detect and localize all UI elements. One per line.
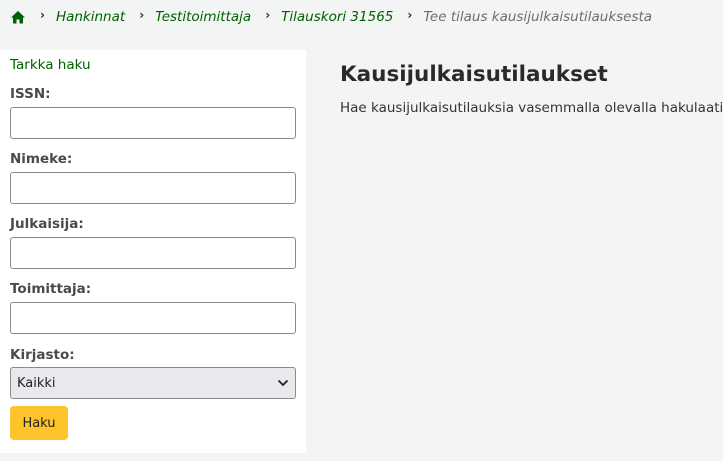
search-sidebar: Tarkka haku ISSN: Nimeke: Julkaisija: To… — [0, 50, 306, 453]
breadcrumb: › Hankinnat › Testitoimittaja › Tilausko… — [10, 8, 652, 26]
issn-label: ISSN: — [10, 86, 51, 102]
breadcrumb-link-basket[interactable]: Tilauskori 31565 — [281, 9, 393, 25]
vendor-label: Toimittaja: — [10, 281, 92, 297]
home-icon[interactable] — [10, 10, 26, 24]
breadcrumb-current: Tee tilaus kausijulkaisutilauksesta — [423, 9, 653, 25]
library-select[interactable]: Kaikki — [10, 367, 296, 399]
page-title: Kausijulkaisutilaukset — [340, 62, 608, 87]
breadcrumb-separator-icon: › — [40, 8, 45, 22]
page-description: Hae kausijulkaisutilauksia vasemmalla ol… — [340, 100, 723, 116]
chevron-down-icon — [277, 379, 289, 387]
publisher-input[interactable] — [10, 237, 296, 269]
search-button[interactable]: Haku — [10, 406, 68, 440]
library-select-value: Kaikki — [17, 375, 56, 391]
library-label: Kirjasto: — [10, 347, 75, 363]
breadcrumb-link-vendor[interactable]: Testitoimittaja — [155, 9, 251, 25]
breadcrumb-separator-icon: › — [265, 8, 271, 22]
title-label: Nimeke: — [10, 151, 73, 167]
breadcrumb-link-acquisitions[interactable]: Hankinnat — [56, 9, 125, 25]
breadcrumb-separator-icon: › — [139, 8, 145, 22]
vendor-input[interactable] — [10, 302, 296, 334]
title-input[interactable] — [10, 172, 296, 204]
issn-input[interactable] — [10, 107, 296, 139]
advanced-search-link[interactable]: Tarkka haku — [10, 57, 91, 73]
publisher-label: Julkaisija: — [10, 216, 84, 232]
breadcrumb-separator-icon: › — [407, 8, 413, 22]
